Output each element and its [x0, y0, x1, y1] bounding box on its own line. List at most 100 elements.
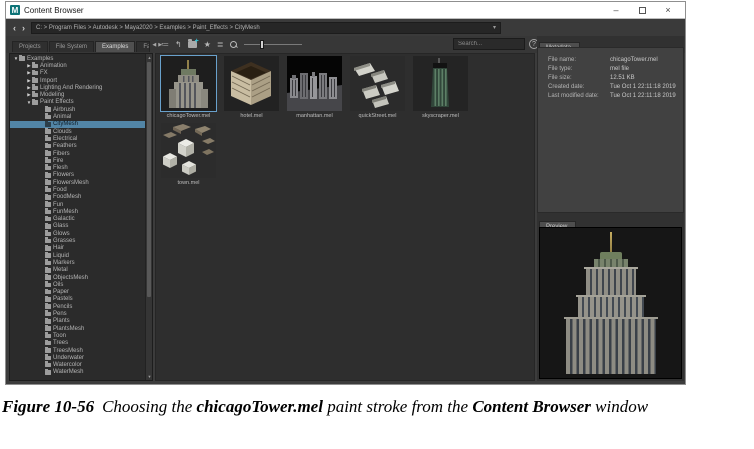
thumbnail-image-town[interactable]: [160, 122, 217, 179]
sidebar-item-markers[interactable]: Markers: [10, 259, 145, 266]
scrollbar-thumb[interactable]: [147, 62, 151, 297]
scroll-up-icon[interactable]: ▲: [146, 54, 153, 61]
parent-folder-icon[interactable]: ↰: [175, 36, 182, 53]
thumbnail-manhattan[interactable]: manhattan.mel: [284, 55, 346, 122]
sidebar-item-galactic[interactable]: Galactic: [10, 216, 145, 223]
breadcrumb-field[interactable]: C: > Program Files > Autodesk > Maya2020…: [31, 22, 501, 34]
search-input[interactable]: [453, 38, 525, 50]
metadata-value: mel file: [610, 65, 629, 74]
sidebar-item-hair[interactable]: Hair: [10, 245, 145, 252]
details-view-icon[interactable]: ≣: [217, 36, 224, 53]
thumbnail-skyscraper[interactable]: skyscraper.mel: [410, 55, 472, 122]
folder-icon: [45, 159, 51, 164]
favorites-icon[interactable]: ★: [204, 36, 211, 53]
close-button[interactable]: ×: [655, 3, 681, 18]
folder-icon: [45, 341, 51, 346]
thumbnail-image-hotel[interactable]: [223, 55, 280, 112]
thumbnail-image-manhattan[interactable]: [286, 55, 343, 112]
tree-scrollbar[interactable]: ▲ ▼: [145, 54, 152, 380]
sidebar-item-metal[interactable]: Metal: [10, 267, 145, 274]
tab-fav[interactable]: Fav: [136, 41, 150, 52]
sidebar-item-flowersmesh[interactable]: FlowersMesh: [10, 179, 145, 186]
sidebar-item-flowers[interactable]: Flowers: [10, 172, 145, 179]
sidebar-item-liquid[interactable]: Liquid: [10, 252, 145, 259]
folder-label: ObjectsMesh: [53, 275, 88, 281]
folder-label: PlantsMesh: [53, 326, 84, 332]
list-view-icon[interactable]: ≔: [161, 36, 169, 53]
sidebar-item-modeling[interactable]: ▶Modeling: [10, 91, 145, 98]
thumbnail-image-chicagotower[interactable]: [160, 55, 217, 112]
thumbnail-label: town.mel: [177, 180, 199, 186]
sidebar-item-import[interactable]: ▶Import: [10, 77, 145, 84]
folder-icon: [45, 356, 51, 361]
thumbnail-image-quickstreet[interactable]: [349, 55, 406, 112]
folder-label: Watercolor: [53, 362, 82, 368]
sidebar-item-airbrush[interactable]: Airbrush: [10, 106, 145, 113]
thumbnail-chicagotower[interactable]: chicagoTower.mel: [158, 55, 220, 122]
sidebar-item-oils[interactable]: Oils: [10, 281, 145, 288]
content-browser-window: M Content Browser – × ‹ › C: > Program F…: [5, 1, 686, 385]
sidebar-item-treesmesh[interactable]: TreesMesh: [10, 347, 145, 354]
new-folder-icon[interactable]: +: [188, 41, 197, 48]
breadcrumb-dropdown-icon[interactable]: ▾: [493, 23, 496, 33]
folder-label: Fibers: [53, 151, 70, 157]
sidebar-item-animation[interactable]: ▶Animation: [10, 62, 145, 69]
sidebar-item-clouds[interactable]: Clouds: [10, 128, 145, 135]
sidebar-item-fire[interactable]: Fire: [10, 157, 145, 164]
sidebar-item-feathers[interactable]: Feathers: [10, 143, 145, 150]
sidebar-item-glass[interactable]: Glass: [10, 223, 145, 230]
sidebar-item-plantsmesh[interactable]: PlantsMesh: [10, 325, 145, 332]
sidebar-item-underwater[interactable]: Underwater: [10, 354, 145, 361]
sidebar-item-watercolor[interactable]: Watercolor: [10, 361, 145, 368]
thumbnail-size-slider[interactable]: [244, 36, 302, 53]
sidebar-item-pens[interactable]: Pens: [10, 310, 145, 317]
forward-button[interactable]: ›: [19, 21, 28, 35]
folder-icon: [45, 151, 51, 156]
thumbnail-hotel[interactable]: hotel.mel: [221, 55, 283, 122]
sidebar-item-fun[interactable]: Fun: [10, 201, 145, 208]
sidebar-item-pastels[interactable]: Pastels: [10, 296, 145, 303]
sidebar-item-objectsmesh[interactable]: ObjectsMesh: [10, 274, 145, 281]
sidebar-item-plants[interactable]: Plants: [10, 318, 145, 325]
back-button[interactable]: ‹: [10, 21, 19, 35]
sidebar-item-paper[interactable]: Paper: [10, 289, 145, 296]
sidebar-item-food[interactable]: Food: [10, 186, 145, 193]
zoom-icon[interactable]: [230, 41, 238, 49]
sidebar-item-animal[interactable]: Animal: [10, 113, 145, 120]
thumbnail-quickstreet[interactable]: quickStreet.mel: [347, 55, 409, 122]
page: M Content Browser – × ‹ › C: > Program F…: [0, 0, 754, 449]
tab-file-system[interactable]: File System: [49, 41, 94, 52]
slider-handle[interactable]: [260, 40, 264, 49]
sidebar-item-electrical[interactable]: Electrical: [10, 135, 145, 142]
sidebar-item-funmesh[interactable]: FunMesh: [10, 208, 145, 215]
folder-label: Lighting And Rendering: [40, 85, 102, 91]
sidebar-item-trees[interactable]: Trees: [10, 340, 145, 347]
sidebar-item-paint-effects[interactable]: ▼Paint Effects: [10, 99, 145, 106]
thumbnail-image-skyscraper[interactable]: [412, 55, 469, 112]
sidebar-item-fx[interactable]: ▶FX: [10, 70, 145, 77]
folder-label: Glows: [53, 231, 70, 237]
sidebar-item-watermesh[interactable]: WaterMesh: [10, 369, 145, 376]
folder-label: Underwater: [53, 355, 84, 361]
minimize-button[interactable]: –: [603, 3, 629, 18]
sidebar-item-citymesh[interactable]: CityMesh: [10, 121, 145, 128]
sidebar-item-examples[interactable]: ▼Examples: [10, 55, 145, 62]
sidebar-item-foodmesh[interactable]: FoodMesh: [10, 194, 145, 201]
thumbnail-town[interactable]: town.mel: [158, 122, 220, 189]
folder-icon: [45, 166, 51, 171]
sidebar-item-glows[interactable]: Glows: [10, 230, 145, 237]
tab-projects[interactable]: Projects: [12, 41, 48, 52]
sidebar-item-grasses[interactable]: Grasses: [10, 237, 145, 244]
tab-examples[interactable]: Examples: [95, 41, 135, 52]
preview-tabstrip: Preview: [537, 215, 684, 227]
sidebar-item-lighting-and-rendering[interactable]: ▶Lighting And Rendering: [10, 84, 145, 91]
maximize-button[interactable]: [629, 3, 655, 18]
thumbnail-label: hotel.mel: [240, 113, 262, 119]
folder-icon: [45, 326, 51, 331]
scroll-down-icon[interactable]: ▼: [146, 373, 153, 380]
sidebar-item-toon[interactable]: Toon: [10, 332, 145, 339]
sidebar-item-flesh[interactable]: Flesh: [10, 164, 145, 171]
sidebar-item-pencils[interactable]: Pencils: [10, 303, 145, 310]
sidebar-item-fibers[interactable]: Fibers: [10, 150, 145, 157]
folder-icon: [45, 115, 51, 120]
